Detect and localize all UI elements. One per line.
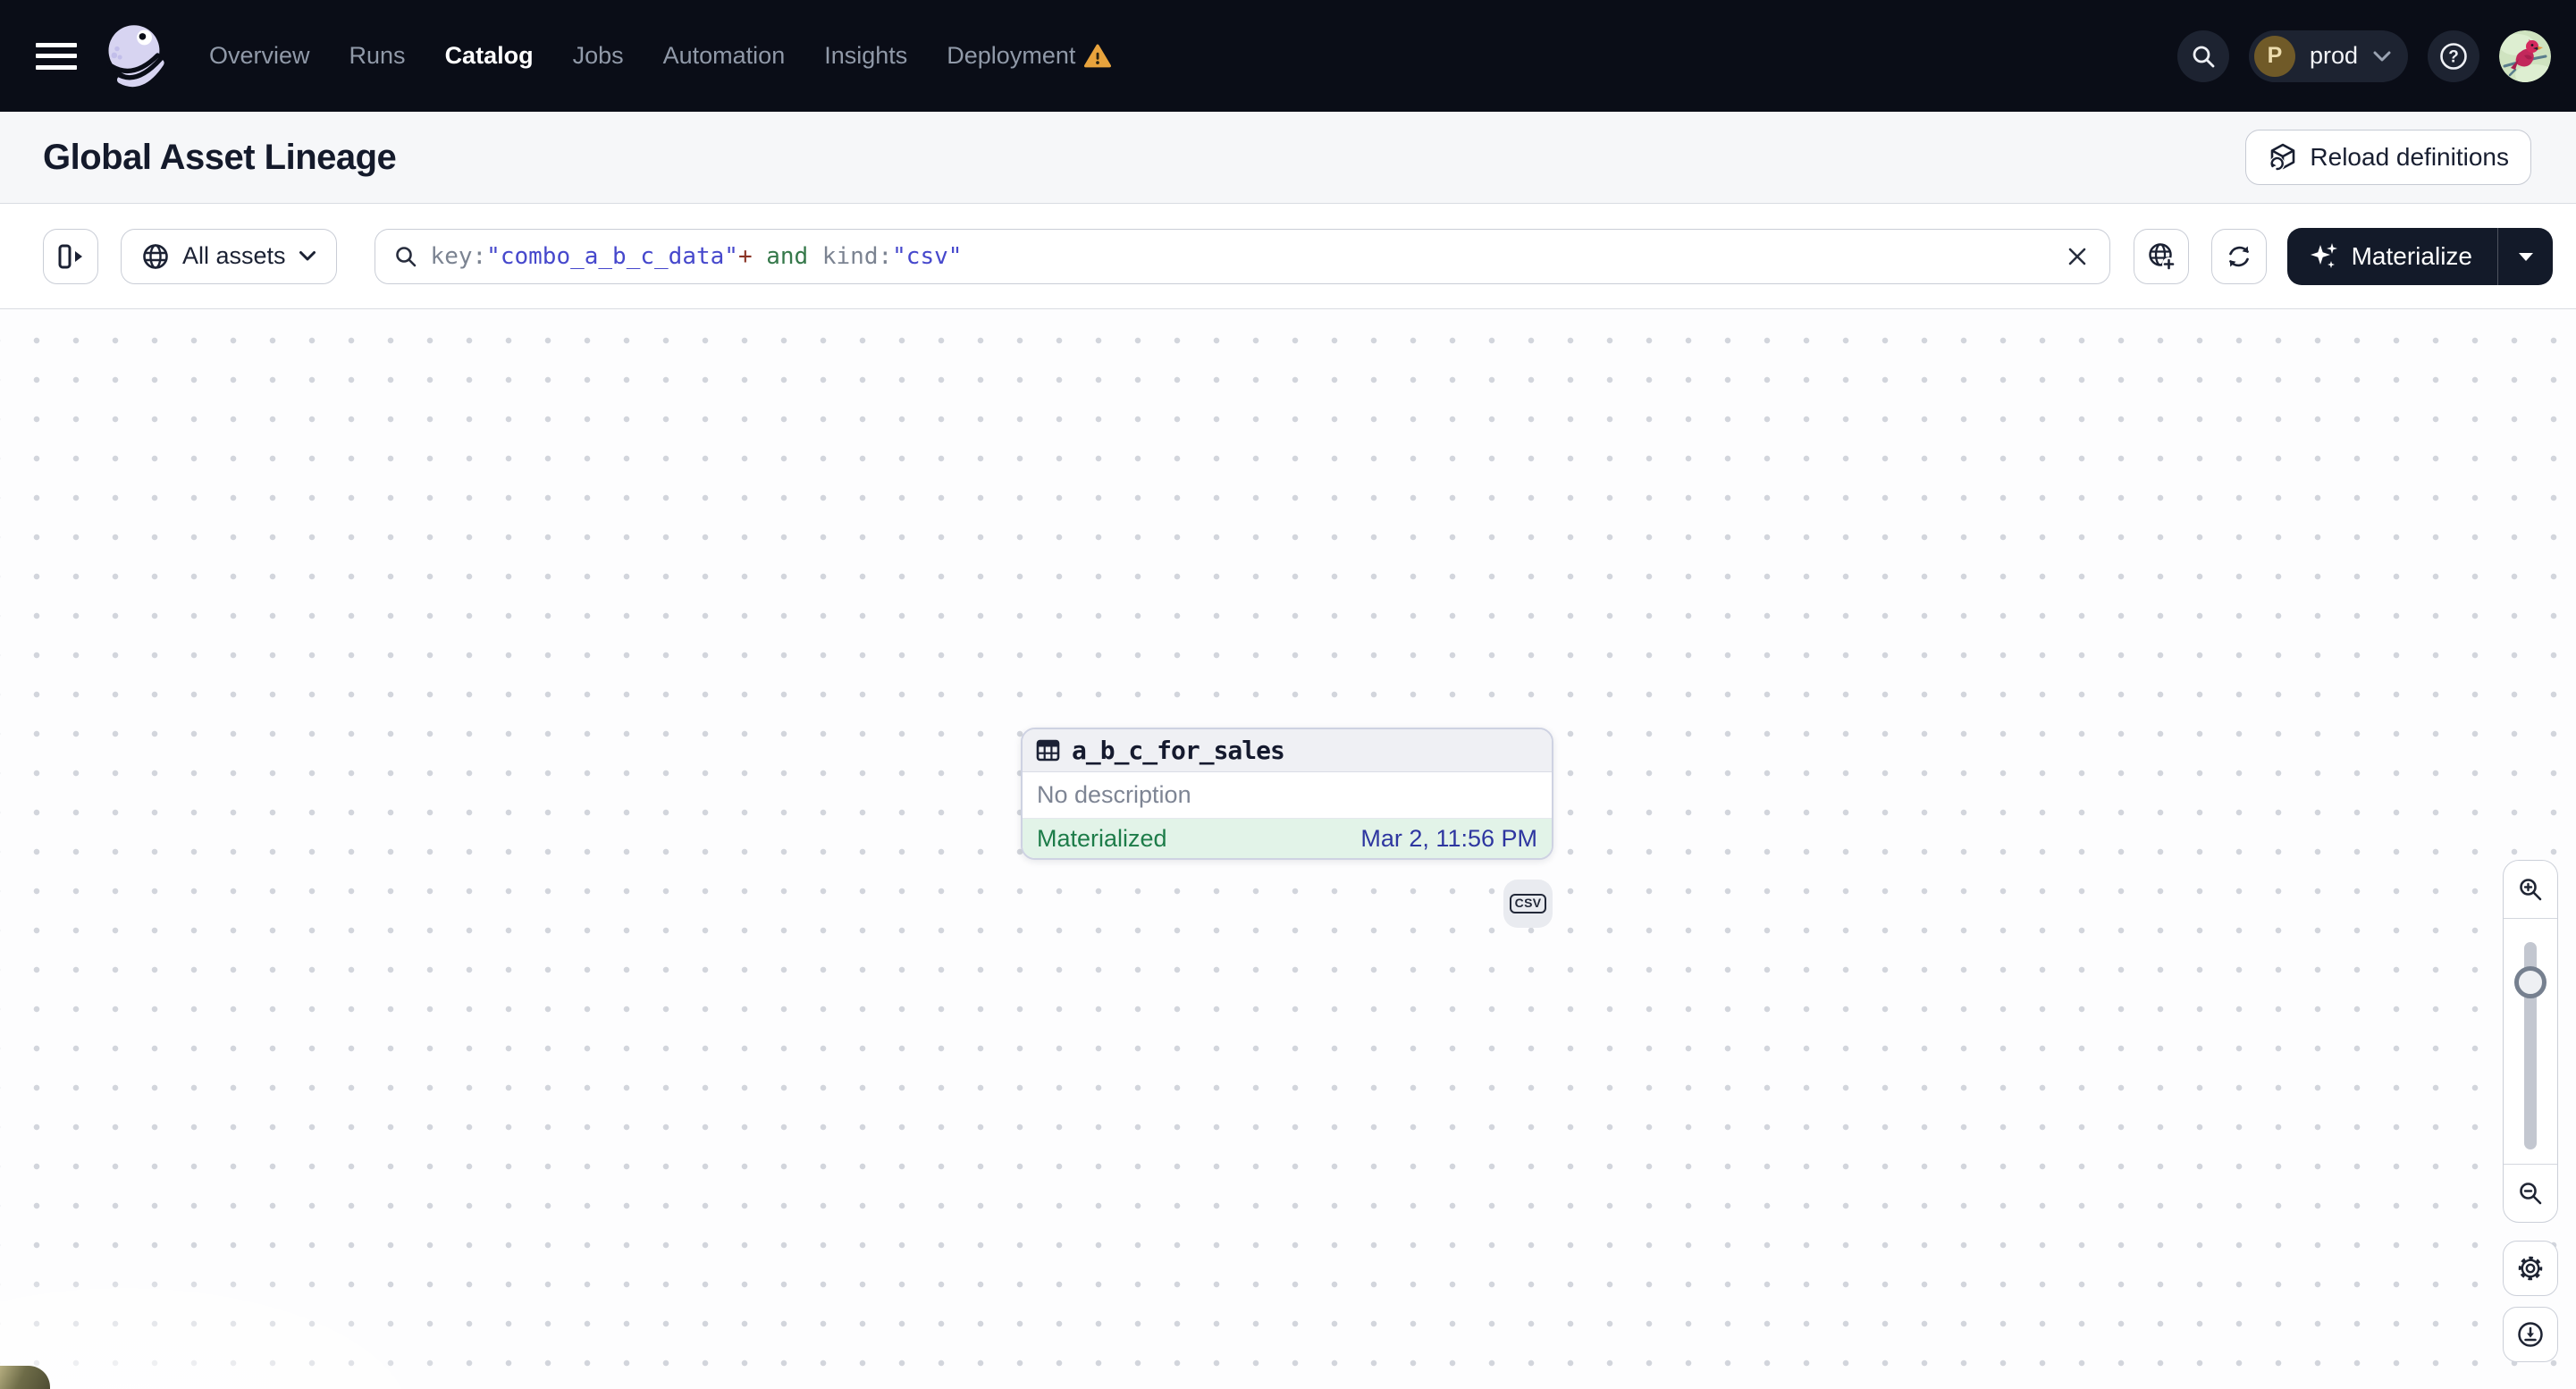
csv-kind-icon: CSV xyxy=(1509,893,1547,914)
zoom-control-group xyxy=(2503,860,2558,1223)
nav-item-deployment[interactable]: Deployment xyxy=(947,42,1112,70)
deployment-avatar: P xyxy=(2253,35,2295,77)
globe-add-icon xyxy=(2148,242,2176,271)
nav-item-insights[interactable]: Insights xyxy=(824,42,907,70)
asset-description: No description xyxy=(1023,772,1552,819)
materialize-button[interactable]: Materialize xyxy=(2287,228,2497,285)
asset-search-input[interactable]: key:"combo_a_b_c_data"+ and kind:"csv" xyxy=(374,228,2110,284)
asset-status-row: Materialized Mar 2, 11:56 PM xyxy=(1023,819,1552,858)
download-image-button[interactable] xyxy=(2503,1307,2558,1362)
primary-nav-links: Overview Runs Catalog Jobs Automation In… xyxy=(209,42,1112,70)
materialize-options-button[interactable] xyxy=(2497,227,2553,285)
zoom-in-icon xyxy=(2520,879,2542,901)
asset-scope-filter-button[interactable]: All assets xyxy=(121,228,337,284)
chevron-down-icon xyxy=(299,251,316,261)
caret-down-icon xyxy=(2518,252,2533,261)
hamburger-menu-icon[interactable] xyxy=(36,42,77,70)
gear-icon xyxy=(2518,1256,2543,1281)
nav-item-catalog[interactable]: Catalog xyxy=(445,42,534,70)
nav-item-runs[interactable]: Runs xyxy=(349,42,406,70)
zoom-slider-thumb[interactable] xyxy=(2514,966,2547,998)
status-badge: Materialized xyxy=(1037,824,1167,852)
asset-node-header: a_b_c_for_sales xyxy=(1023,729,1552,772)
nav-item-jobs[interactable]: Jobs xyxy=(573,42,624,70)
clear-search-button[interactable] xyxy=(2058,237,2097,276)
svg-text:?: ? xyxy=(2448,47,2459,66)
asset-kind-chip[interactable]: CSV xyxy=(1503,880,1553,928)
lineage-toolbar: All assets key:"combo_a_b_c_data"+ and k… xyxy=(0,204,2576,309)
minimap-corner xyxy=(0,1366,50,1389)
magnifier-icon xyxy=(395,246,416,266)
reload-definitions-label: Reload definitions xyxy=(2310,143,2509,171)
search-query-text: key:"combo_a_b_c_data"+ and kind:"csv" xyxy=(430,242,963,270)
search-icon xyxy=(2193,46,2215,67)
global-search-button[interactable] xyxy=(2176,29,2229,82)
chevron-down-icon xyxy=(2373,51,2391,61)
top-navigation-bar: Overview Runs Catalog Jobs Automation In… xyxy=(0,0,2576,112)
page-title: Global Asset Lineage xyxy=(43,137,397,177)
globe-icon xyxy=(143,243,168,269)
zoom-out-icon xyxy=(2520,1183,2542,1205)
sparkles-icon xyxy=(2310,242,2337,268)
materialize-label: Materialize xyxy=(2351,241,2472,270)
refresh-icon xyxy=(2228,246,2249,266)
help-icon: ? xyxy=(2440,42,2467,70)
refresh-button[interactable] xyxy=(2210,228,2267,284)
open-sidebar-button[interactable] xyxy=(43,228,98,284)
deployment-name: prod xyxy=(2309,42,2358,69)
help-button[interactable]: ? xyxy=(2428,29,2479,82)
reload-definitions-button[interactable]: Reload definitions xyxy=(2245,130,2531,185)
asset-scope-label: All assets xyxy=(182,242,286,269)
zoom-slider[interactable] xyxy=(2504,918,2557,1165)
nav-right-actions: P prod ? xyxy=(2176,29,2551,82)
close-icon xyxy=(2068,248,2085,265)
page-header: Global Asset Lineage Reload definitions xyxy=(0,112,2576,204)
zoom-out-button[interactable] xyxy=(2504,1165,2557,1222)
warning-icon xyxy=(1084,44,1112,67)
nav-item-automation[interactable]: Automation xyxy=(663,42,786,70)
user-avatar[interactable] xyxy=(2499,29,2551,82)
cardinal-bird-avatar xyxy=(2499,29,2551,82)
graph-settings-button[interactable] xyxy=(2503,1241,2558,1296)
reload-definitions-icon xyxy=(2269,143,2295,172)
asset-name: a_b_c_for_sales xyxy=(1072,736,1285,765)
materialize-split-button: Materialize xyxy=(2286,227,2553,285)
zoom-in-button[interactable] xyxy=(2504,861,2557,918)
deployment-switcher[interactable]: P prod xyxy=(2248,29,2408,82)
table-icon xyxy=(1036,739,1060,762)
new-scope-button[interactable] xyxy=(2133,228,2189,284)
dagster-logo[interactable] xyxy=(102,21,168,91)
nav-item-overview[interactable]: Overview xyxy=(209,42,310,70)
panel-toggle-icon xyxy=(58,244,82,268)
lineage-canvas[interactable]: a_b_c_for_sales No description Materiali… xyxy=(0,309,2576,1389)
download-icon xyxy=(2518,1322,2543,1347)
asset-node-a-b-c-for-sales[interactable]: a_b_c_for_sales No description Materiali… xyxy=(1021,728,1553,860)
materialization-timestamp[interactable]: Mar 2, 11:56 PM xyxy=(1360,825,1537,853)
